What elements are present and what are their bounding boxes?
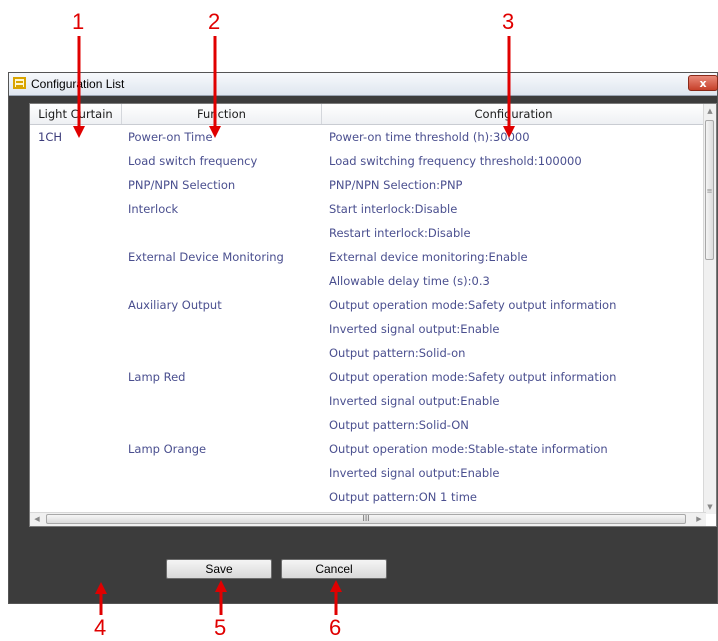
table-row[interactable]: 1CH Power-on Time Power-on time threshold … <box>30 125 706 149</box>
cell-function: External Device Monitoring <box>128 250 284 264</box>
cell-function: Interlock <box>128 202 179 216</box>
configuration-table: Light Curtain Function Configuration 1CH… <box>29 103 717 527</box>
column-header-configuration[interactable]: Configuration <box>322 104 706 124</box>
cell-configuration: PNP/NPN Selection:PNP <box>329 178 463 192</box>
callout-2: 2 <box>208 9 221 34</box>
cell-configuration: Output operation mode:Stable-state infor… <box>329 442 608 456</box>
cell-configuration: Start interlock:Disable <box>329 202 458 216</box>
table-row[interactable]: Inverted signal output:Enable <box>30 389 706 413</box>
cell-configuration: Inverted signal output:Enable <box>329 322 500 336</box>
window-title: Configuration List <box>31 77 125 91</box>
table-header: Light Curtain Function Configuration <box>30 104 706 125</box>
callout-4: 4 <box>94 615 107 640</box>
close-button[interactable]: x <box>688 75 718 91</box>
callout-5: 5 <box>214 615 227 640</box>
column-header-light-curtain[interactable]: Light Curtain <box>30 104 122 124</box>
vertical-scrollbar[interactable]: ▲ ≡ ▼ <box>703 104 716 514</box>
table-row[interactable]: Output pattern:Solid-ON <box>30 413 706 437</box>
scroll-up-arrow-icon[interactable]: ▲ <box>704 104 716 118</box>
vertical-scroll-thumb[interactable]: ≡ <box>705 120 714 260</box>
cell-configuration: Power-on time threshold (h):30000 <box>329 130 530 144</box>
save-button[interactable]: Save <box>166 559 272 579</box>
scroll-left-arrow-icon[interactable]: ◀ <box>30 513 44 526</box>
title-bar[interactable]: Configuration List x <box>9 73 718 96</box>
cell-configuration: Inverted signal output:Enable <box>329 466 500 480</box>
table-row[interactable]: Lamp Orange Output operation mode:Stable-… <box>30 437 706 461</box>
horizontal-scroll-thumb[interactable]: III <box>46 514 686 524</box>
callout-1: 1 <box>72 9 85 34</box>
cell-function: Load switch frequency <box>128 154 258 168</box>
cell-function: Power-on Time <box>128 130 213 144</box>
table-row[interactable]: Inverted signal output:Enable <box>30 461 706 485</box>
cell-configuration: External device monitoring:Enable <box>329 250 528 264</box>
table-row[interactable]: Output pattern:ON 1 time <box>30 485 706 509</box>
cell-configuration: Output pattern:Solid-ON <box>329 418 469 432</box>
table-row[interactable]: Inverted signal output:Enable <box>30 317 706 341</box>
table-row[interactable]: Lamp Red Output operation mode:Safety out… <box>30 365 706 389</box>
cell-function: Auxiliary Output <box>128 298 222 312</box>
cell-configuration: Output operation mode:Safety output info… <box>329 298 617 312</box>
table-row[interactable]: Load switch frequency Load switching freq… <box>30 149 706 173</box>
callout-3: 3 <box>502 9 515 34</box>
table-row[interactable]: Allowable delay time (s):0.3 <box>30 269 706 293</box>
cell-configuration: Allowable delay time (s):0.3 <box>329 274 490 288</box>
cell-light-curtain: 1CH <box>38 130 62 144</box>
table-row[interactable]: Restart interlock:Disable <box>30 221 706 245</box>
cell-configuration: Inverted signal output:Enable <box>329 394 500 408</box>
list-icon <box>13 77 26 89</box>
callout-6: 6 <box>329 615 342 640</box>
scroll-right-arrow-icon[interactable]: ▶ <box>692 513 706 526</box>
cell-configuration: Output operation mode:Safety output info… <box>329 370 617 384</box>
cell-function: Lamp Orange <box>128 442 207 456</box>
table-row[interactable]: External Device Monitoring External devic… <box>30 245 706 269</box>
cell-function: Lamp Red <box>128 370 186 384</box>
table-row[interactable]: Output pattern:Solid-on <box>30 341 706 365</box>
cell-configuration: Output pattern:Solid-on <box>329 346 466 360</box>
cell-configuration: Load switching frequency threshold:10000… <box>329 154 582 168</box>
configuration-list-window: Configuration List x Light Curtain Funct… <box>8 72 718 604</box>
column-header-function[interactable]: Function <box>122 104 322 124</box>
table-row[interactable]: Auxiliary Output Output operation mode:Sa… <box>30 293 706 317</box>
table-row[interactable]: PNP/NPN Selection PNP/NPN Selection:PNP <box>30 173 706 197</box>
cell-function: PNP/NPN Selection <box>128 178 236 192</box>
cell-configuration: Restart interlock:Disable <box>329 226 471 240</box>
cancel-button[interactable]: Cancel <box>281 559 387 579</box>
cell-configuration: Output pattern:ON 1 time <box>329 490 477 504</box>
table-row[interactable]: Interlock Start interlock:Disable <box>30 197 706 221</box>
table-body: 1CH Power-on Time Power-on time threshold … <box>30 125 706 526</box>
horizontal-scrollbar[interactable]: ◀ III ▶ <box>30 512 706 526</box>
